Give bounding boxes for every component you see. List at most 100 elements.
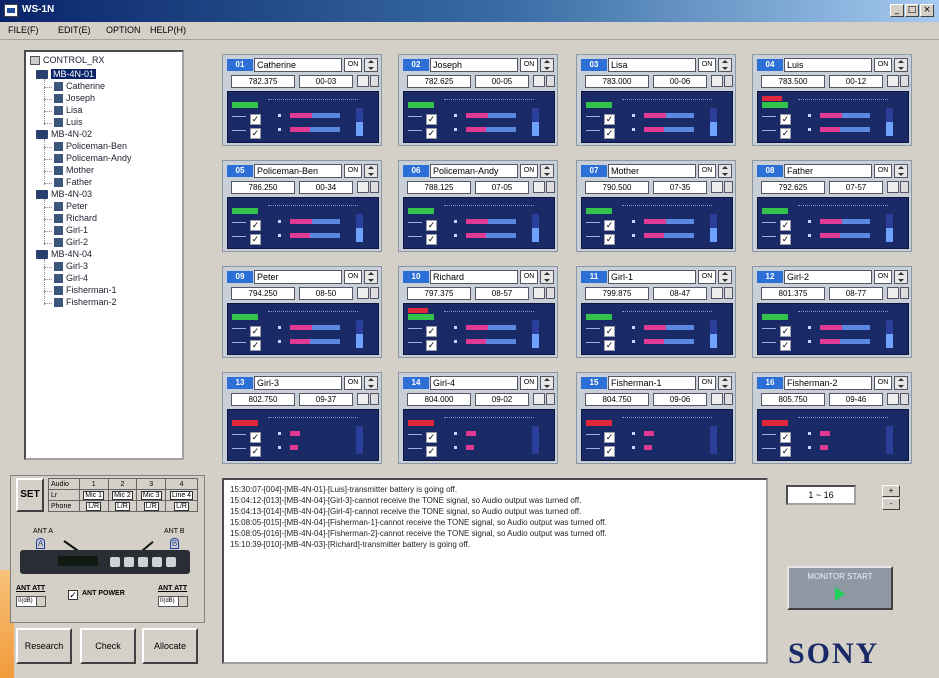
channel-name-field[interactable]: Catherine [254, 58, 342, 72]
tree-item[interactable]: Fisherman-1 [54, 285, 117, 296]
mute-checkbox[interactable]: ✓ [426, 432, 437, 443]
group-channel-field[interactable]: 09-46 [829, 393, 883, 406]
channel-state-field[interactable]: ON [874, 270, 892, 284]
group-channel-field[interactable]: 08-57 [475, 287, 529, 300]
menu-edit[interactable]: EDIT(E) [58, 25, 91, 35]
mute-checkbox[interactable]: ✓ [426, 220, 437, 231]
tone-checkbox[interactable]: ✓ [780, 446, 791, 457]
group-spinner[interactable] [724, 181, 733, 193]
menu-file[interactable]: FILE(F) [8, 25, 39, 35]
mute-checkbox[interactable]: ✓ [604, 220, 615, 231]
table-cell[interactable]: Line 4 [165, 489, 198, 501]
channel-spinner[interactable] [540, 58, 554, 72]
channel-spinner[interactable] [540, 270, 554, 284]
ant-power-checkbox[interactable]: ✓ [68, 590, 78, 600]
mute-checkbox[interactable]: ✓ [604, 432, 615, 443]
channel-spinner[interactable] [364, 58, 378, 72]
settings-icon[interactable] [533, 287, 545, 299]
group-channel-field[interactable]: 00-03 [299, 75, 353, 88]
channel-name-field[interactable]: Fisherman-2 [784, 376, 872, 390]
tree-item[interactable]: Father [54, 177, 92, 188]
channel-name-field[interactable]: Mother [608, 164, 696, 178]
frequency-field[interactable]: 797.375 [407, 287, 471, 300]
group-spinner[interactable] [900, 287, 909, 299]
group-channel-field[interactable]: 00-34 [299, 181, 353, 194]
event-log[interactable]: 15:30:07-[004]-[MB-4N-01]-[Luis]-transmi… [222, 478, 768, 664]
channel-state-field[interactable]: ON [698, 164, 716, 178]
settings-icon[interactable] [711, 181, 723, 193]
group-channel-field[interactable]: 00-12 [829, 75, 883, 88]
group-spinner[interactable] [724, 75, 733, 87]
group-spinner[interactable] [370, 181, 379, 193]
tree-item[interactable]: Girl-3 [54, 261, 88, 272]
maximize-button[interactable]: □ [905, 4, 919, 17]
table-cell[interactable]: L/R [107, 500, 138, 512]
menu-option[interactable]: OPTION [106, 25, 141, 35]
channel-name-field[interactable]: Girl-4 [430, 376, 518, 390]
channel-spinner[interactable] [894, 58, 908, 72]
channel-state-field[interactable]: ON [344, 270, 362, 284]
channel-state-field[interactable]: ON [344, 376, 362, 390]
tone-checkbox[interactable]: ✓ [604, 128, 615, 139]
tone-checkbox[interactable]: ✓ [250, 340, 261, 351]
group-spinner[interactable] [370, 287, 379, 299]
channel-state-field[interactable]: ON [874, 376, 892, 390]
tree-item[interactable]: Joseph [54, 93, 95, 104]
tree-group[interactable]: MB-4N-01 [36, 69, 97, 80]
channel-state-field[interactable]: ON [874, 164, 892, 178]
settings-icon[interactable] [711, 393, 723, 405]
channel-spinner[interactable] [364, 376, 378, 390]
channel-state-field[interactable]: ON [520, 270, 538, 284]
settings-icon[interactable] [711, 287, 723, 299]
channel-spinner[interactable] [364, 270, 378, 284]
tree-item[interactable]: Girl-4 [54, 273, 88, 284]
tone-checkbox[interactable]: ✓ [250, 446, 261, 457]
mute-checkbox[interactable]: ✓ [250, 432, 261, 443]
group-spinner[interactable] [546, 287, 555, 299]
group-channel-field[interactable]: 08-50 [299, 287, 353, 300]
tone-checkbox[interactable]: ✓ [250, 234, 261, 245]
channel-state-field[interactable]: ON [698, 58, 716, 72]
tone-checkbox[interactable]: ✓ [780, 234, 791, 245]
tree-item[interactable]: Girl-1 [54, 225, 88, 236]
frequency-field[interactable]: 804.750 [585, 393, 649, 406]
tone-checkbox[interactable]: ✓ [426, 234, 437, 245]
channel-spinner[interactable] [540, 164, 554, 178]
group-channel-field[interactable]: 00-06 [653, 75, 707, 88]
channel-name-field[interactable]: Policeman-Andy [430, 164, 518, 178]
group-channel-field[interactable]: 09-02 [475, 393, 529, 406]
settings-icon[interactable] [887, 75, 899, 87]
mute-checkbox[interactable]: ✓ [780, 326, 791, 337]
menu-help[interactable]: HELP(H) [150, 25, 186, 35]
group-spinner[interactable] [546, 75, 555, 87]
tone-checkbox[interactable]: ✓ [604, 340, 615, 351]
group-spinner[interactable] [900, 393, 909, 405]
settings-icon[interactable] [357, 181, 369, 193]
group-channel-field[interactable]: 00-05 [475, 75, 529, 88]
channel-state-field[interactable]: ON [698, 376, 716, 390]
channel-spinner[interactable] [718, 376, 732, 390]
group-spinner[interactable] [724, 287, 733, 299]
settings-icon[interactable] [887, 393, 899, 405]
table-cell[interactable]: L/R [165, 500, 198, 512]
mute-checkbox[interactable]: ✓ [780, 114, 791, 125]
table-cell[interactable]: Mic 1 [78, 489, 109, 501]
tone-checkbox[interactable]: ✓ [426, 128, 437, 139]
group-spinner[interactable] [546, 393, 555, 405]
table-cell[interactable]: L/R [136, 500, 167, 512]
mute-checkbox[interactable]: ✓ [426, 326, 437, 337]
set-button[interactable]: SET [16, 478, 44, 512]
channel-name-field[interactable]: Girl-3 [254, 376, 342, 390]
tree-item[interactable]: Policeman-Ben [54, 141, 127, 152]
frequency-field[interactable]: 804.000 [407, 393, 471, 406]
tree-item[interactable]: Girl-2 [54, 237, 88, 248]
settings-icon[interactable] [533, 75, 545, 87]
table-cell[interactable]: Mic 3 [136, 489, 167, 501]
group-spinner[interactable] [900, 181, 909, 193]
channel-name-field[interactable]: Luis [784, 58, 872, 72]
tree-item[interactable]: Mother [54, 165, 94, 176]
frequency-field[interactable]: 802.750 [231, 393, 295, 406]
frequency-field[interactable]: 788.125 [407, 181, 471, 194]
channel-state-field[interactable]: ON [874, 58, 892, 72]
channel-spinner[interactable] [540, 376, 554, 390]
